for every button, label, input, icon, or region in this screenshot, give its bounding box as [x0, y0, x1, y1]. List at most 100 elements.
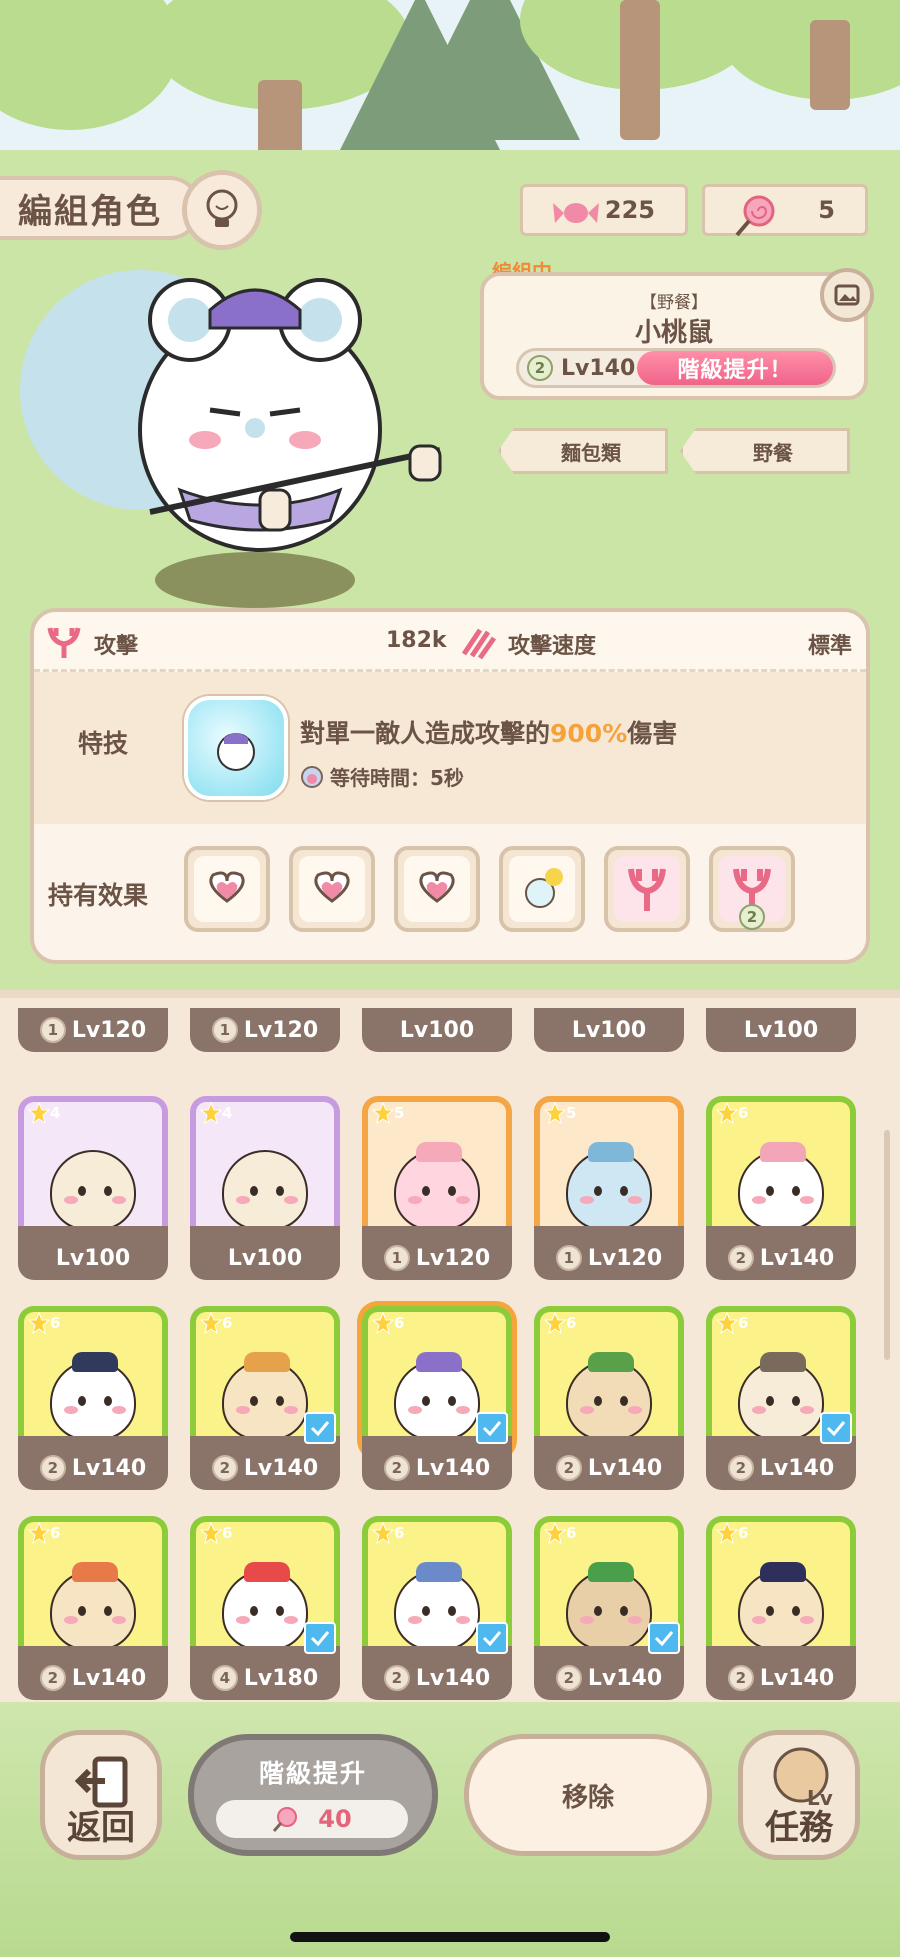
roster-card[interactable]: 1 Lv120 [18, 1008, 168, 1062]
level-bar: 2 Lv140 階級提升！ [516, 348, 836, 388]
card-level-bar: 2 Lv140 [706, 1646, 856, 1700]
card-level: Lv140 [587, 1455, 663, 1481]
stats-panel: 攻擊 182k 攻擊速度 標準 特技 對單一敵人造成攻擊的900%傷害 等待時間… [30, 608, 870, 964]
attack-speed-value: 標準 [808, 634, 853, 659]
star-badge: 6 [716, 1522, 748, 1544]
roster-card[interactable]: 6 2 Lv140 [706, 1306, 856, 1490]
star-icon [28, 1102, 50, 1124]
star-count: 6 [222, 1314, 233, 1332]
home-indicator[interactable] [290, 1932, 610, 1942]
remove-button[interactable]: 移除 [464, 1734, 712, 1856]
tree-trunk [810, 20, 850, 110]
candy-counter: 225 [520, 184, 688, 236]
effect-heart-3[interactable] [394, 846, 480, 932]
card-level: Lv140 [759, 1245, 835, 1271]
star-icon [28, 1522, 50, 1544]
card-hat [760, 1562, 806, 1582]
card-level: Lv140 [759, 1665, 835, 1691]
roster-card[interactable]: 6 2 Lv140 [362, 1306, 512, 1490]
roster-card[interactable]: 4 Lv100 [18, 1096, 168, 1280]
roster-card[interactable]: 4 Lv100 [190, 1096, 340, 1280]
checkmark-icon [826, 1421, 846, 1436]
roster-card[interactable]: Lv100 [706, 1008, 856, 1062]
roster-card[interactable]: 5 1 Lv120 [362, 1096, 512, 1280]
lollipop-icon [273, 1807, 298, 1832]
roster-card[interactable]: 6 2 Lv140 [534, 1306, 684, 1490]
card-level-bar: 2 Lv140 [190, 1436, 340, 1490]
star-count: 6 [394, 1524, 405, 1542]
rank-upgrade-action-button[interactable]: 階級提升 40 [188, 1734, 438, 1856]
svg-text:Lv: Lv [807, 1786, 833, 1810]
heart-icon [419, 871, 455, 903]
mission-button[interactable]: Lv 任務 [738, 1730, 860, 1860]
rank-badge: 1 [39, 1017, 66, 1043]
roster-card[interactable]: 6 2 Lv140 [706, 1516, 856, 1700]
rank-badge: 2 [39, 1665, 66, 1691]
upgrade-cost: 40 [216, 1800, 408, 1838]
roster-card[interactable]: 6 2 Lv140 [18, 1306, 168, 1490]
selected-checkbox[interactable] [304, 1622, 336, 1654]
rank-badge: 2 [527, 355, 553, 381]
effect-attack-fork[interactable] [604, 846, 690, 932]
effect-heart-1[interactable] [184, 846, 270, 932]
selected-checkbox[interactable] [476, 1622, 508, 1654]
lollipop-icon [733, 193, 777, 243]
selected-checkbox[interactable] [304, 1412, 336, 1444]
roster-scrollbar[interactable] [884, 1130, 890, 1360]
card-level: Lv140 [71, 1665, 147, 1691]
star-icon [716, 1102, 738, 1124]
star-badge: 6 [544, 1312, 576, 1334]
roster-card[interactable]: 6 4 Lv180 [190, 1516, 340, 1700]
exit-door-icon [74, 1756, 128, 1808]
photo-button[interactable] [820, 268, 874, 322]
character-roster[interactable]: 1 Lv120 1 Lv120 Lv100 Lv100 Lv100 4 Lv10… [0, 990, 900, 1702]
tree-trunk [620, 0, 660, 140]
potion-icon [525, 868, 563, 908]
rank-badge: 2 [555, 1455, 582, 1481]
selected-checkbox[interactable] [820, 1412, 852, 1444]
effect-heart-2[interactable] [289, 846, 375, 932]
card-hat [588, 1562, 634, 1582]
back-button[interactable]: 返回 [40, 1730, 162, 1860]
roster-card[interactable]: 6 2 Lv140 [706, 1096, 856, 1280]
candy-icon [551, 193, 601, 239]
hint-button[interactable] [182, 170, 262, 250]
card-level-bar: 2 Lv140 [362, 1436, 512, 1490]
star-badge: 6 [716, 1102, 748, 1124]
star-badge: 6 [200, 1522, 232, 1544]
card-hat [244, 1562, 290, 1582]
roster-card[interactable]: 6 2 Lv140 [190, 1306, 340, 1490]
card-level-bar: 1 Lv120 [362, 1226, 512, 1280]
card-level-bar: 1 Lv120 [534, 1226, 684, 1280]
rank-badge: 4 [211, 1665, 238, 1691]
roster-card[interactable]: Lv100 [534, 1008, 684, 1062]
roster-card[interactable]: 5 1 Lv120 [534, 1096, 684, 1280]
rank-badge: 2 [383, 1665, 410, 1691]
mission-character-icon: Lv [773, 1747, 833, 1810]
roster-card[interactable]: 6 2 Lv140 [362, 1516, 512, 1700]
star-count: 6 [566, 1314, 577, 1332]
skill-damage-percent: 900% [550, 719, 628, 748]
roster-card[interactable]: 6 2 Lv140 [534, 1516, 684, 1700]
effect-potion[interactable] [499, 846, 585, 932]
skill-icon[interactable] [184, 696, 288, 800]
star-count: 6 [394, 1314, 405, 1332]
selected-checkbox[interactable] [648, 1622, 680, 1654]
star-icon [716, 1312, 738, 1334]
character-sprite [738, 1352, 824, 1440]
roster-card[interactable]: 1 Lv120 [190, 1008, 340, 1062]
card-level: Lv140 [71, 1455, 147, 1481]
roster-card[interactable]: 6 2 Lv140 [18, 1516, 168, 1700]
attack-speed-icon [461, 628, 496, 660]
selected-checkbox[interactable] [476, 1412, 508, 1444]
card-level: Lv180 [243, 1665, 319, 1691]
rank-upgrade-button[interactable]: 階級提升！ [637, 351, 833, 385]
star-icon [544, 1312, 566, 1334]
effect-attack-fork-rank2[interactable]: 2 [709, 846, 795, 932]
card-level: Lv100 [55, 1245, 131, 1271]
rank-badge: 2 [727, 1245, 754, 1271]
lightbulb-icon [206, 189, 238, 227]
roster-card[interactable]: Lv100 [362, 1008, 512, 1062]
page-title: 編組角色 [0, 176, 200, 240]
star-badge: 6 [544, 1522, 576, 1544]
